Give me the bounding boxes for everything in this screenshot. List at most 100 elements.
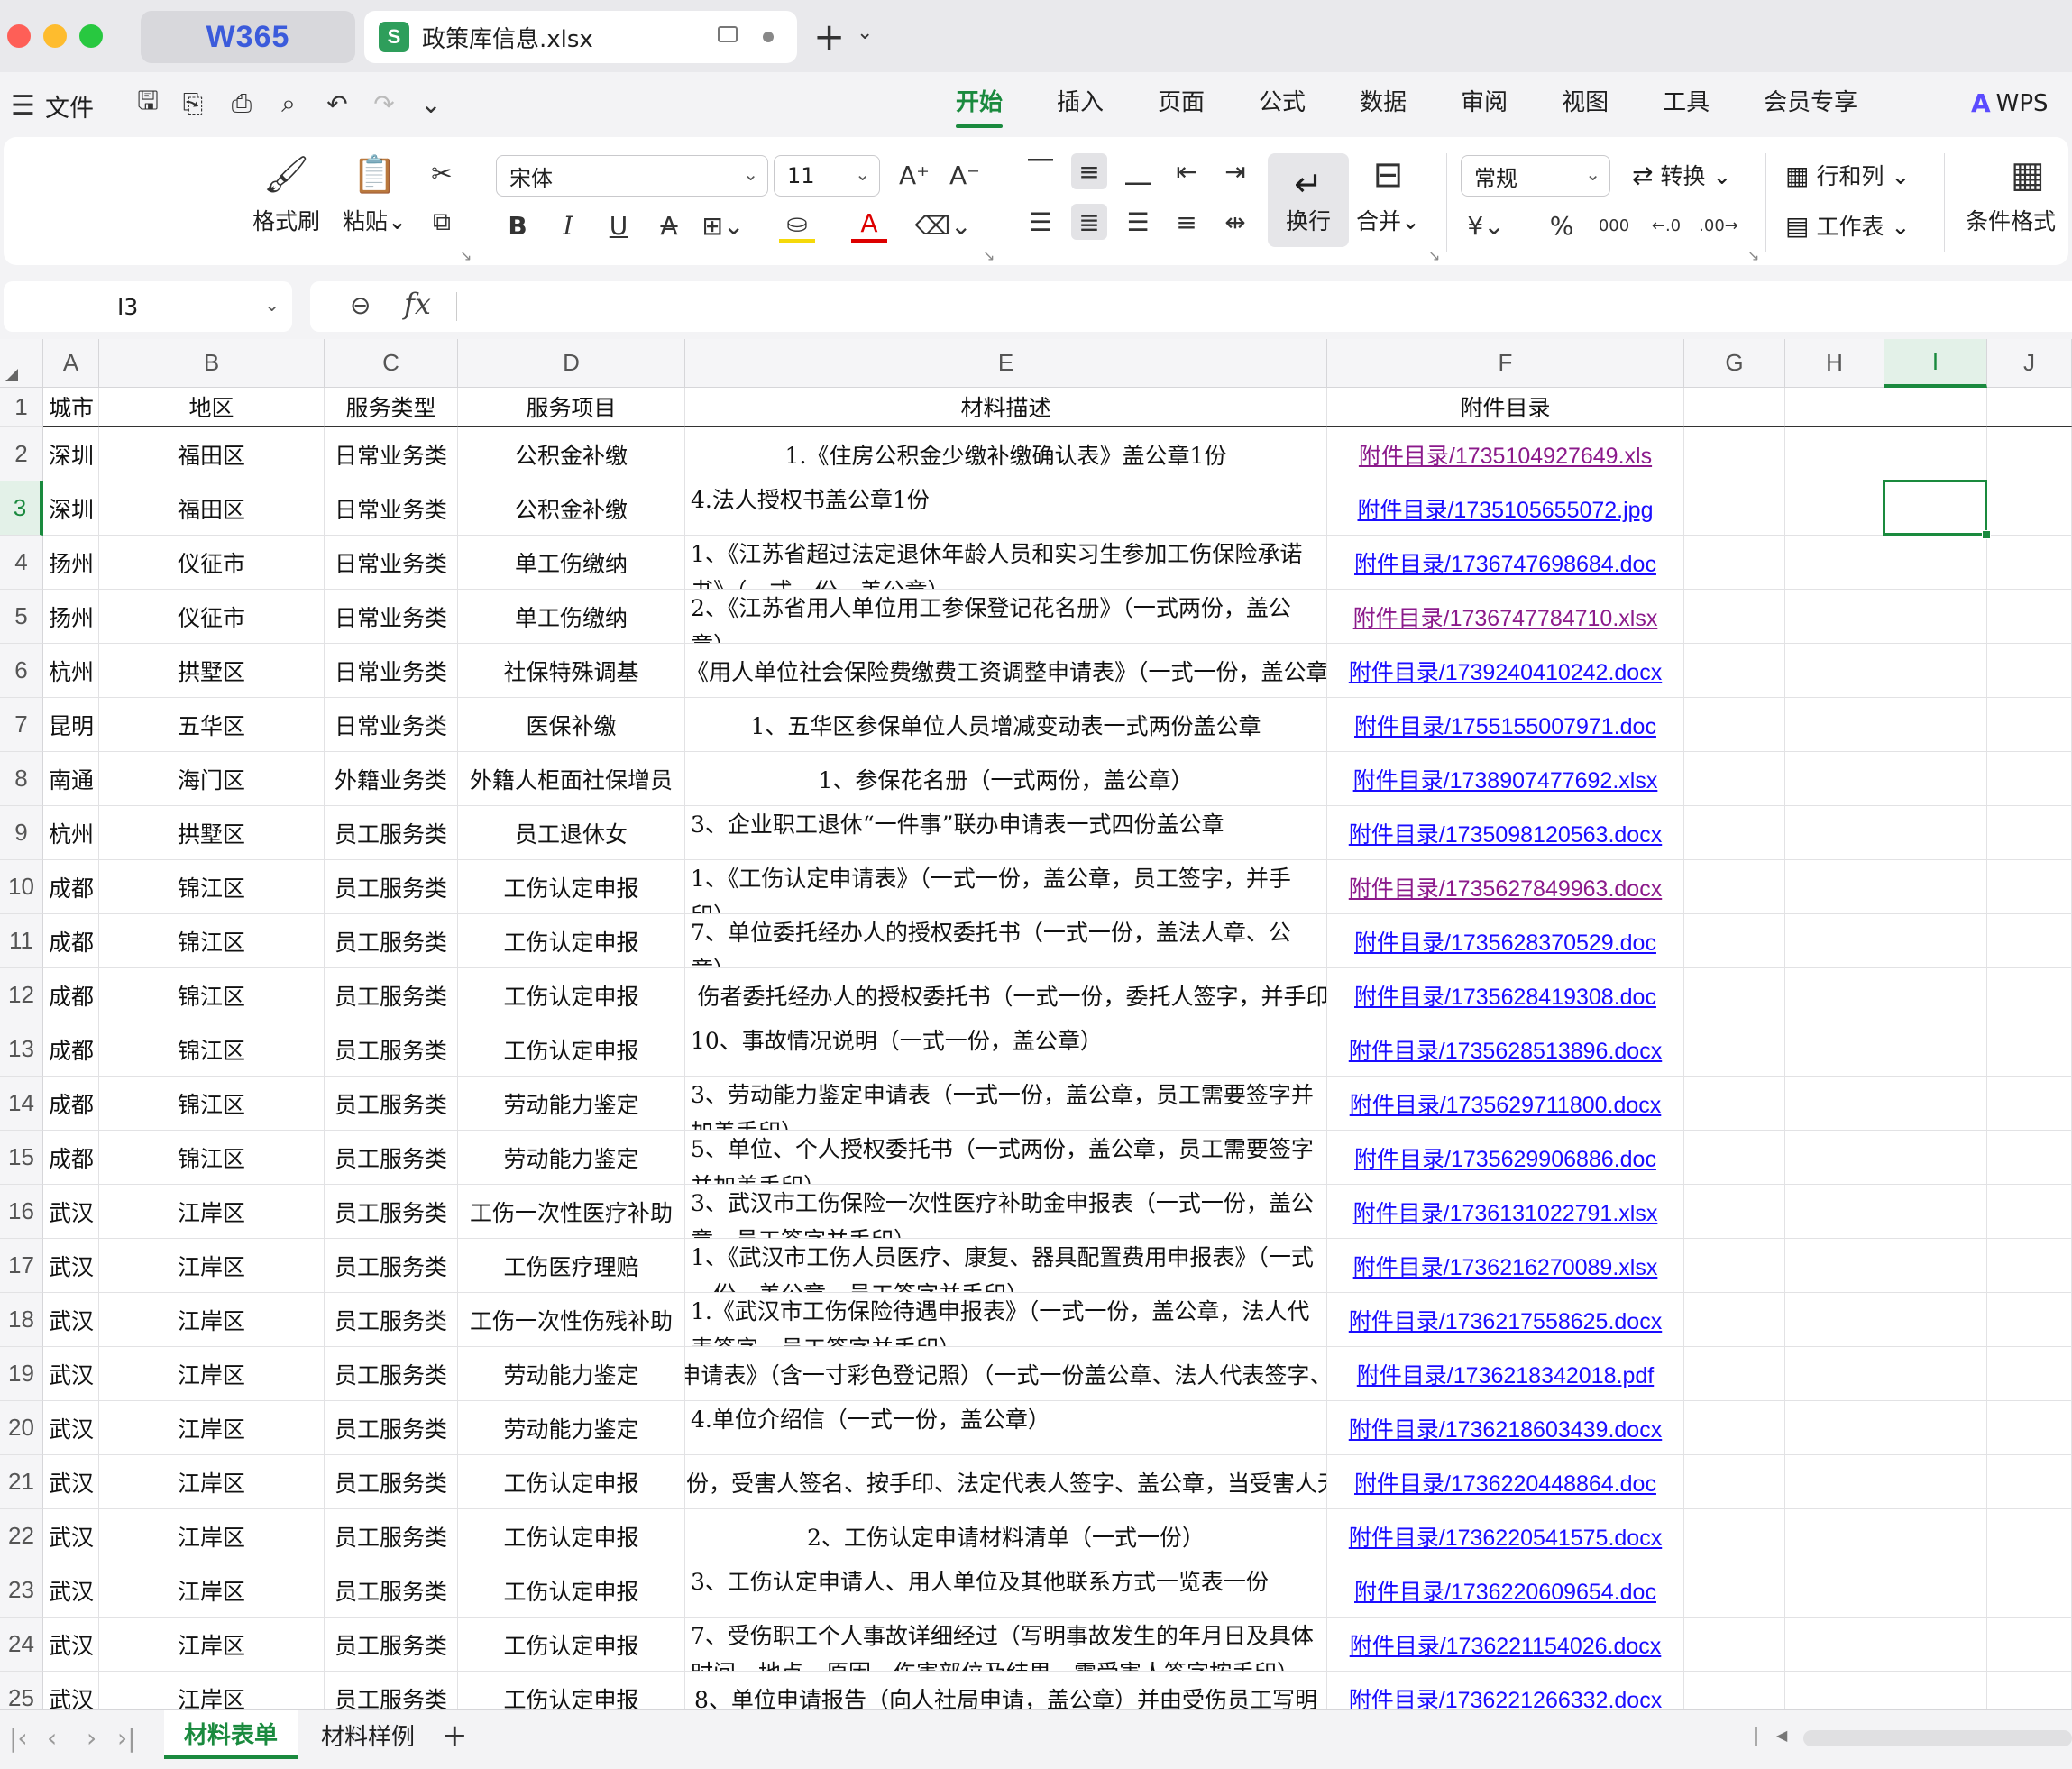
tab-home[interactable]: 开始 (956, 85, 1004, 128)
attachment-link[interactable]: 附件目录/1736220609654.doc (1354, 1574, 1656, 1607)
export-pdf-icon[interactable]: ⎘ (177, 87, 209, 120)
table-cell[interactable]: 武汉 (43, 1618, 99, 1672)
rows-cols-button[interactable]: ▦ 行和列 ⌄ (1785, 159, 1910, 191)
new-tab-plus-icon[interactable]: + (813, 14, 845, 60)
table-cell[interactable]: 员工服务类 (325, 1455, 458, 1509)
first-sheet-icon[interactable]: |‹ (9, 1723, 28, 1753)
table-cell[interactable] (1987, 1185, 2072, 1239)
table-cell[interactable] (1785, 1672, 1884, 1709)
align-right-icon[interactable]: ☰ (1120, 204, 1156, 240)
table-cell[interactable] (1884, 752, 1987, 806)
justify-icon[interactable]: ≡ (1169, 204, 1205, 240)
column-header-h[interactable]: H (1785, 339, 1884, 388)
row-header[interactable]: 1 (0, 388, 43, 427)
table-cell[interactable]: 7、单位委托经办人的授权委托书（一式一份，盖法人章、公章） (685, 914, 1327, 968)
table-cell[interactable]: 1、五华区参保单位人员增减变动表一式两份盖公章 (685, 698, 1327, 752)
paste-button[interactable]: 📋 粘贴⌄ (343, 153, 407, 236)
table-cell[interactable]: 成都 (43, 968, 99, 1022)
table-cell[interactable]: 3、劳动能力鉴定申请表（一式一份，盖公章，员工需要签字并加盖手印） (685, 1077, 1327, 1131)
table-cell[interactable]: 附件目录/1735628419308.doc (1327, 968, 1684, 1022)
table-cell[interactable] (1684, 914, 1785, 968)
header-cell[interactable] (1987, 388, 2072, 427)
table-cell[interactable]: 工伤认定申报 (458, 1618, 685, 1672)
print-preview-icon[interactable]: ⌕ (272, 87, 305, 120)
table-cell[interactable]: 附件目录/1736747784710.xlsx (1327, 590, 1684, 644)
table-cell[interactable]: 员工服务类 (325, 806, 458, 860)
attachment-link[interactable]: 附件目录/1735628419308.doc (1354, 979, 1656, 1012)
table-cell[interactable]: 员工服务类 (325, 968, 458, 1022)
convert-button[interactable]: ⇄ 转换 ⌄ (1632, 159, 1731, 191)
chevron-down-icon[interactable]: ⌄ (857, 22, 873, 44)
table-cell[interactable]: 员工服务类 (325, 1672, 458, 1709)
table-cell[interactable] (1684, 1618, 1785, 1672)
attachment-link[interactable]: 附件目录/1736218603439.docx (1349, 1412, 1662, 1444)
column-header-i[interactable]: I (1884, 339, 1987, 388)
table-cell[interactable] (1987, 1401, 2072, 1455)
table-cell[interactable] (1684, 1509, 1785, 1563)
table-cell[interactable]: 工伤认定申报 (458, 860, 685, 914)
table-cell[interactable] (1987, 752, 2072, 806)
table-cell[interactable]: 拱墅区 (99, 806, 325, 860)
column-header-b[interactable]: B (99, 339, 325, 388)
table-cell[interactable]: 附件目录/1736217558625.docx (1327, 1293, 1684, 1347)
table-cell[interactable]: 锦江区 (99, 914, 325, 968)
table-cell[interactable]: 员工服务类 (325, 1293, 458, 1347)
column-header-g[interactable]: G (1684, 339, 1785, 388)
table-cell[interactable]: 武汉 (43, 1509, 99, 1563)
tab-insert[interactable]: 插入 (1057, 85, 1104, 128)
table-cell[interactable] (1987, 914, 2072, 968)
table-cell[interactable]: 杭州 (43, 644, 99, 698)
row-header[interactable]: 12 (0, 968, 43, 1022)
table-cell[interactable] (1684, 590, 1785, 644)
row-header[interactable]: 8 (0, 752, 43, 806)
name-box[interactable]: I3 ⌄ (4, 281, 292, 332)
wps-ai-button[interactable]: A WPS (1971, 88, 2049, 118)
minimize-window-button[interactable] (43, 24, 67, 48)
table-cell[interactable] (1884, 1455, 1987, 1509)
table-cell[interactable]: 劳动能力鉴定 (458, 1077, 685, 1131)
table-cell[interactable] (1987, 481, 2072, 536)
header-cell[interactable]: 附件目录 (1327, 388, 1684, 427)
undo-icon[interactable]: ↶ (321, 87, 353, 120)
table-cell[interactable]: 附件目录/1736220448864.doc (1327, 1455, 1684, 1509)
table-cell[interactable]: 仪征市 (99, 536, 325, 590)
table-cell[interactable] (1684, 1455, 1785, 1509)
table-cell[interactable]: 江岸区 (99, 1239, 325, 1293)
quick-access-more-icon[interactable]: ⌄ (415, 87, 447, 120)
next-sheet-icon[interactable]: › (87, 1723, 96, 1753)
monitor-icon[interactable] (718, 26, 738, 42)
table-cell[interactable]: 附件目录/1755155007971.doc (1327, 698, 1684, 752)
table-cell[interactable] (1785, 1455, 1884, 1509)
table-cell[interactable]: 附件目录/1739240410242.docx (1327, 644, 1684, 698)
table-cell[interactable] (1684, 1185, 1785, 1239)
row-header[interactable]: 15 (0, 1131, 43, 1185)
attachment-link[interactable]: 附件目录/1736217558625.docx (1349, 1304, 1662, 1336)
table-cell[interactable]: 武汉 (43, 1672, 99, 1709)
table-cell[interactable]: 锦江区 (99, 968, 325, 1022)
row-header[interactable]: 19 (0, 1347, 43, 1401)
table-cell[interactable]: 日常业务类 (325, 698, 458, 752)
table-cell[interactable]: 江岸区 (99, 1509, 325, 1563)
row-header[interactable]: 10 (0, 860, 43, 914)
table-cell[interactable] (1785, 1347, 1884, 1401)
table-cell[interactable] (1884, 1347, 1987, 1401)
table-cell[interactable] (1785, 1185, 1884, 1239)
table-cell[interactable] (1684, 860, 1785, 914)
tab-data[interactable]: 数据 (1360, 85, 1407, 128)
table-cell[interactable]: 1.《武汉市工伤保险待遇申报表》（一式一份，盖公章，法人代表签字，员工签字并手印… (685, 1293, 1327, 1347)
table-cell[interactable]: 公积金补缴 (458, 427, 685, 481)
attachment-link[interactable]: 附件目录/1735104927649.xls (1359, 438, 1652, 471)
borders-icon[interactable]: ⊞⌄ (702, 207, 745, 243)
number-dialog-launcher-icon[interactable]: ↘ (1747, 247, 1759, 264)
table-cell[interactable] (1785, 914, 1884, 968)
header-cell[interactable]: 服务类型 (325, 388, 458, 427)
attachment-link[interactable]: 附件目录/1739240410242.docx (1349, 655, 1662, 687)
table-cell[interactable]: 江岸区 (99, 1347, 325, 1401)
row-header[interactable]: 18 (0, 1293, 43, 1347)
wrap-text-button[interactable]: ↵ 换行 (1268, 153, 1349, 247)
select-all-corner[interactable] (0, 339, 43, 388)
table-cell[interactable] (1785, 644, 1884, 698)
table-cell[interactable] (1884, 1401, 1987, 1455)
table-cell[interactable]: 10、事故情况说明（一式一份，盖公章） (685, 1022, 1327, 1077)
column-header-c[interactable]: C (325, 339, 458, 388)
